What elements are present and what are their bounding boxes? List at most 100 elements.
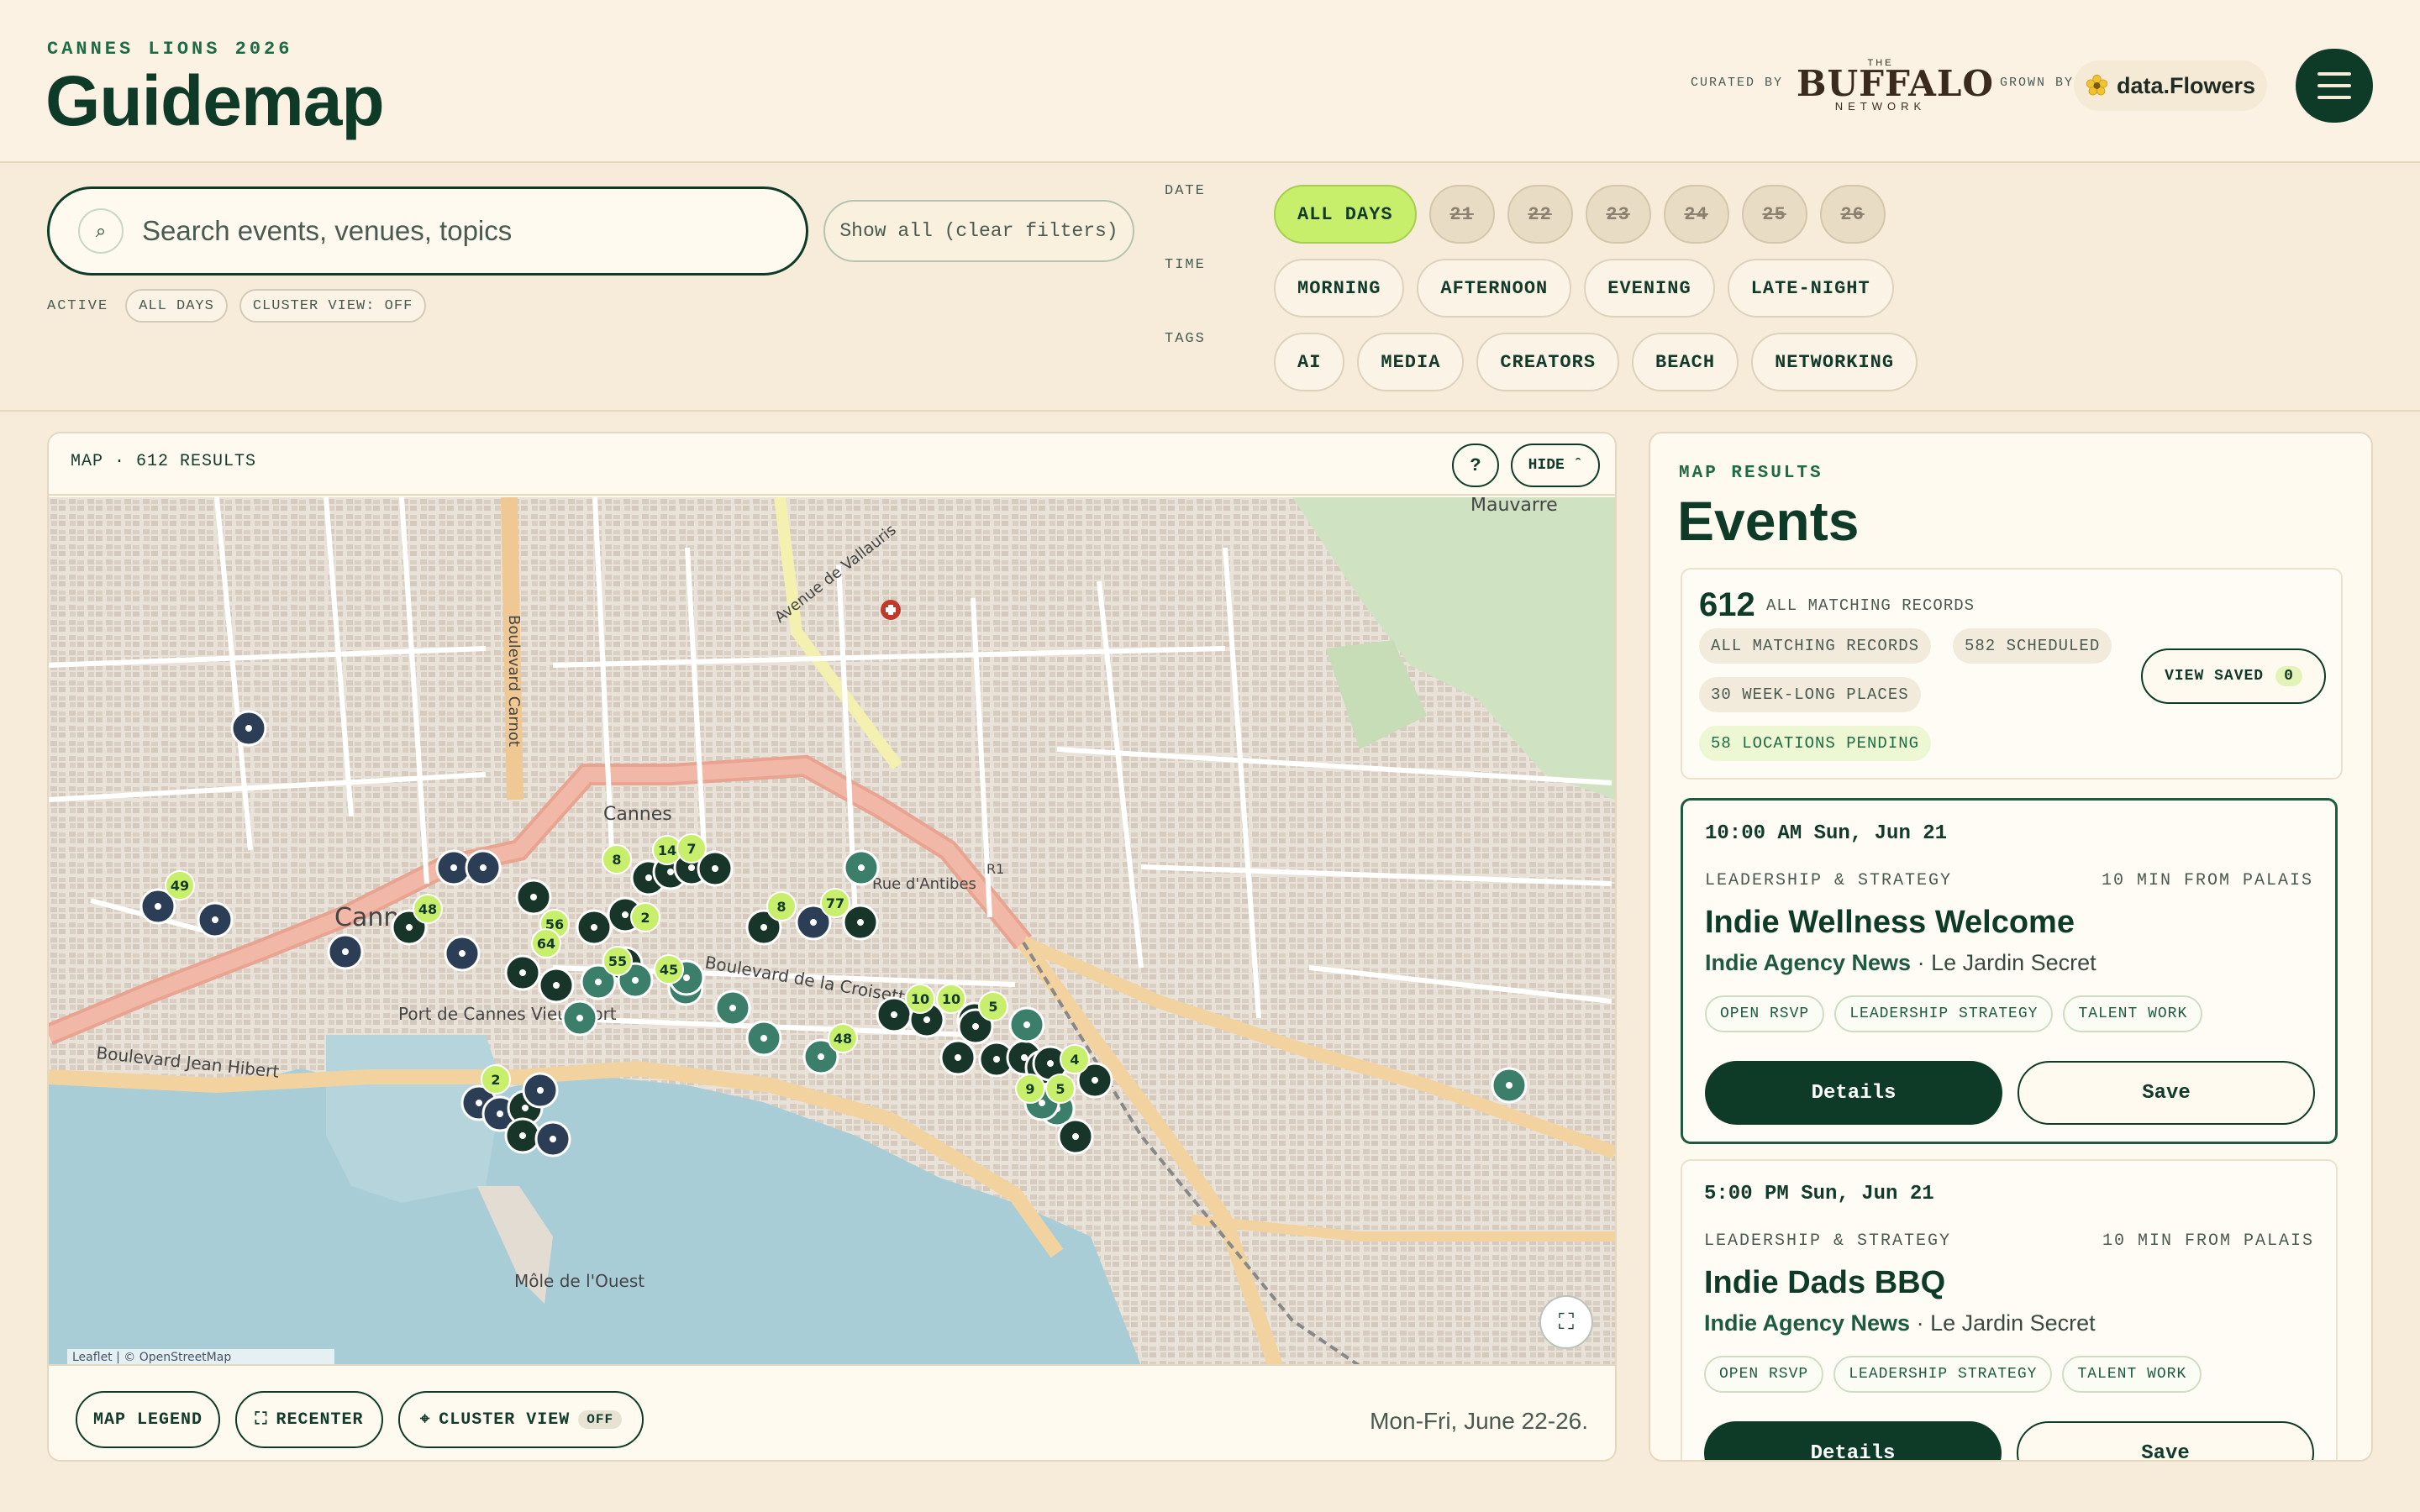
cluster-count-badge[interactable]: 7 (676, 833, 707, 864)
event-marker-pin[interactable] (327, 933, 364, 970)
tag-chip-media[interactable]: MEDIA (1357, 333, 1465, 391)
map-label-r1: R1 (986, 861, 1004, 877)
cluster-count-badge[interactable]: 8 (602, 844, 632, 874)
cluster-count-badge[interactable]: 48 (413, 894, 443, 924)
cluster-count-badge[interactable]: 4 (1060, 1044, 1090, 1074)
date-chip-23[interactable]: 23 (1585, 185, 1651, 244)
tag-chip-networking[interactable]: NETWORKING (1751, 333, 1918, 391)
map-help-button[interactable]: ? (1452, 444, 1499, 487)
time-chip-morning[interactable]: MORNING (1274, 259, 1405, 318)
event-marker-pin[interactable] (538, 967, 575, 1004)
event-card[interactable]: 5:00 PM Sun, Jun 21 LEADERSHIP & STRATEG… (1681, 1159, 2338, 1460)
results-count-label: ALL MATCHING RECORDS (1766, 596, 1975, 615)
cluster-count-badge[interactable]: 77 (820, 888, 850, 918)
event-marker-pin[interactable] (197, 901, 234, 938)
event-marker-pin[interactable] (561, 1000, 598, 1037)
event-card[interactable]: 10:00 AM Sun, Jun 21 LEADERSHIP & STRATE… (1681, 798, 2338, 1144)
cluster-count-badge[interactable]: 64 (531, 928, 561, 958)
stat-all-matching[interactable]: ALL MATCHING RECORDS (1699, 628, 1932, 664)
cluster-view-toggle[interactable]: ⌖ CLUSTER VIEW OFF (398, 1391, 644, 1448)
map-canvas[interactable]: Cannes Cannes Mauvarre Port de Cannes Vi… (49, 497, 1615, 1366)
date-chip-21[interactable]: 21 (1428, 185, 1495, 244)
details-button[interactable]: Details (1704, 1421, 2002, 1460)
map-legend-button[interactable]: MAP LEGEND (76, 1391, 220, 1448)
details-button[interactable]: Details (1705, 1061, 2002, 1125)
cluster-count-badge[interactable]: 8 (766, 891, 797, 921)
stat-week-long[interactable]: 30 WEEK-LONG PLACES (1699, 677, 1921, 712)
search-input[interactable] (142, 215, 781, 247)
cluster-count: 48 (418, 901, 437, 917)
event-tag[interactable]: TALENT WORK (2062, 1356, 2202, 1393)
event-marker-pin[interactable] (939, 1039, 976, 1076)
event-meta: Indie Agency News · Le Jardin Secret (1705, 950, 2096, 976)
cluster-count: 10 (911, 991, 929, 1007)
buffalo-network-logo[interactable]: THE BUFFALO NETWORK (1797, 59, 1993, 113)
event-title[interactable]: Indie Dads BBQ (1704, 1265, 1945, 1301)
view-saved-button[interactable]: VIEW SAVED 0 (2141, 648, 2326, 704)
event-marker-pin[interactable] (1491, 1067, 1528, 1104)
cluster-count-badge[interactable]: 49 (165, 870, 195, 900)
save-button[interactable]: Save (2018, 1061, 2315, 1125)
stat-pending[interactable]: 58 LOCATIONS PENDING (1699, 726, 1932, 761)
event-marker-pin[interactable] (1008, 1006, 1045, 1043)
cluster-count-badge[interactable]: 10 (905, 984, 935, 1014)
cluster-view-state: OFF (578, 1410, 623, 1429)
tag-chip-beach[interactable]: BEACH (1632, 333, 1739, 391)
stat-scheduled[interactable]: 582 SCHEDULED (1953, 628, 2112, 664)
save-button[interactable]: Save (2017, 1421, 2314, 1460)
active-chip-cluster[interactable]: CLUSTER VIEW: OFF (239, 289, 427, 323)
date-chip-all-days[interactable]: ALL DAYS (1274, 185, 1417, 244)
event-marker-pin[interactable] (444, 935, 481, 972)
menu-button[interactable] (2296, 49, 2373, 123)
view-saved-label: VIEW SAVED (2165, 668, 2265, 685)
date-chip-24[interactable]: 24 (1663, 185, 1729, 244)
map-tiles[interactable]: Cannes Cannes Mauvarre Port de Cannes Vi… (49, 497, 1615, 1366)
cluster-count-badge[interactable]: 2 (630, 902, 660, 932)
event-marker-pin[interactable] (522, 1072, 559, 1109)
event-marker-pin[interactable] (504, 1117, 541, 1154)
event-marker-pin[interactable] (504, 954, 541, 991)
date-chip-26[interactable]: 26 (1819, 185, 1886, 244)
time-chip-late-night[interactable]: LATE-NIGHT (1727, 259, 1894, 318)
search-box[interactable]: ⌕ (47, 186, 808, 276)
time-chip-afternoon[interactable]: AFTERNOON (1417, 259, 1572, 318)
cluster-count-badge[interactable]: 10 (936, 984, 966, 1014)
cluster-count-badge[interactable]: 45 (654, 954, 684, 984)
active-chip-days[interactable]: ALL DAYS (125, 289, 228, 323)
cluster-count-badge[interactable]: 9 (1015, 1074, 1045, 1104)
date-chip-25[interactable]: 25 (1741, 185, 1807, 244)
event-marker-pin[interactable] (534, 1121, 571, 1158)
event-host: Indie Agency News (1705, 950, 1912, 975)
event-title[interactable]: Indie Wellness Welcome (1705, 905, 2075, 941)
tag-chip-creators[interactable]: CREATORS (1476, 333, 1620, 391)
event-tag[interactable]: LEADERSHIP STRATEGY (1833, 1356, 2053, 1393)
event-marker-pin[interactable] (745, 1020, 782, 1057)
event-marker-pin[interactable] (515, 879, 552, 916)
recenter-button[interactable]: ⛶ RECENTER (235, 1391, 383, 1448)
event-marker-pin[interactable] (230, 710, 267, 747)
event-tag[interactable]: LEADERSHIP STRATEGY (1834, 995, 2054, 1032)
recenter-icon: ⛶ (255, 1410, 268, 1430)
time-chip-evening[interactable]: EVENING (1584, 259, 1715, 318)
cluster-count-badge[interactable]: 55 (602, 946, 633, 976)
event-marker-pin[interactable] (576, 909, 613, 946)
tag-chip-ai[interactable]: AI (1274, 333, 1345, 391)
cluster-count-badge[interactable]: 48 (828, 1023, 858, 1053)
clear-filters-button[interactable]: Show all (clear filters) (823, 200, 1134, 262)
event-tag[interactable]: OPEN RSVP (1704, 1356, 1824, 1393)
hide-map-button[interactable]: HIDE ˆ (1511, 444, 1600, 487)
date-chip-22[interactable]: 22 (1507, 185, 1573, 244)
cluster-count-badge[interactable]: 2 (481, 1064, 511, 1095)
event-marker-pin[interactable] (842, 904, 879, 941)
event-marker-pin[interactable] (843, 849, 880, 886)
event-marker-pin[interactable] (465, 849, 502, 886)
event-tag[interactable]: TALENT WORK (2063, 995, 2203, 1032)
cluster-count-badge[interactable]: 5 (1045, 1074, 1076, 1104)
event-marker-pin[interactable] (1057, 1118, 1094, 1155)
attribution-line[interactable]: Leaflet | © OpenStreetMap (72, 1351, 329, 1365)
cluster-count-badge[interactable]: 5 (978, 991, 1008, 1021)
event-tag[interactable]: OPEN RSVP (1705, 995, 1825, 1032)
fullscreen-icon[interactable]: ⛶ (1539, 1295, 1593, 1349)
data-flowers-logo[interactable]: data.Flowers (2074, 60, 2267, 111)
event-marker-pin[interactable] (714, 990, 751, 1026)
